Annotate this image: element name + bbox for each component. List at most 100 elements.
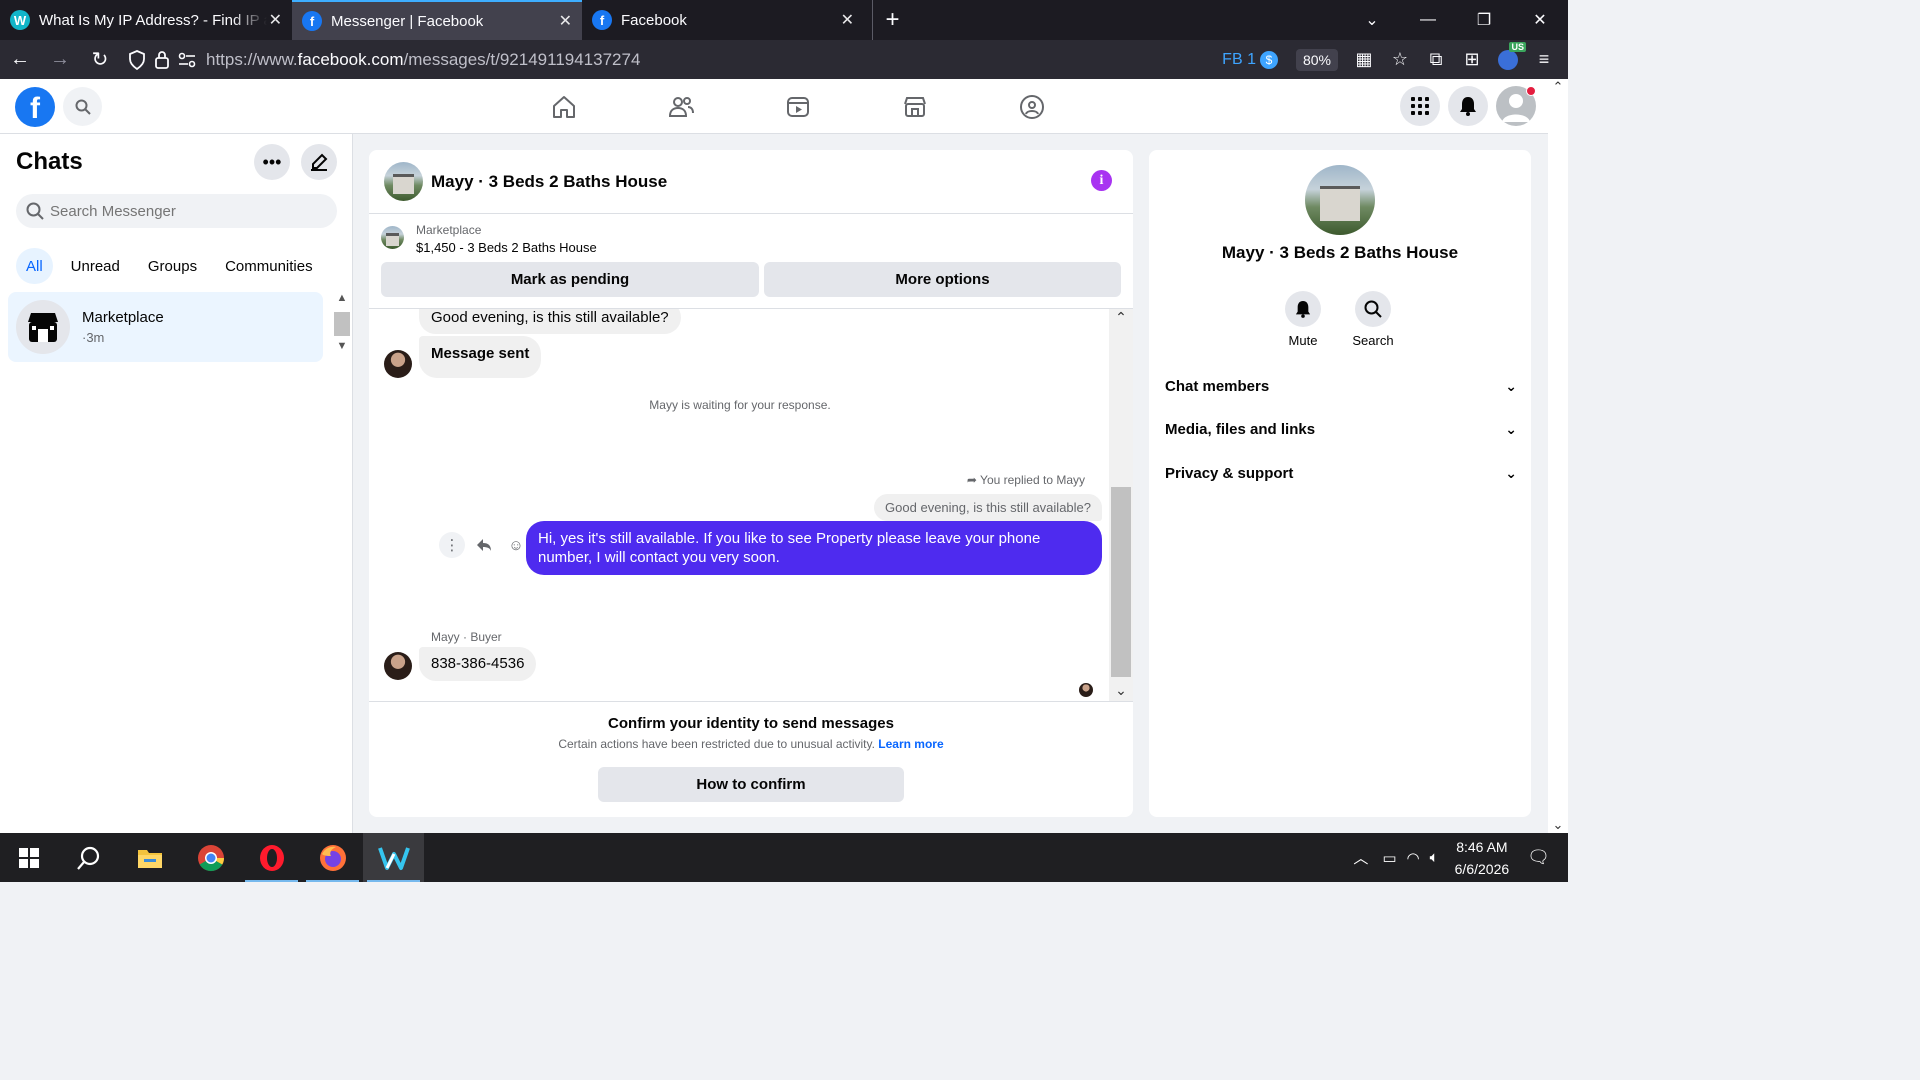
active-app-icon[interactable]: [363, 833, 424, 882]
profile-avatar[interactable]: [1496, 86, 1536, 126]
filter-groups[interactable]: Groups: [138, 248, 207, 284]
tab-whatismyip[interactable]: W What Is My IP Address? - Find IP a ✕: [0, 0, 292, 40]
message-sent-notice[interactable]: Message sent: [419, 336, 542, 378]
section-privacy-support[interactable]: Privacy & support ⌄: [1165, 453, 1517, 493]
message-bubble[interactable]: Good evening, is this still available?: [419, 309, 681, 334]
filter-all[interactable]: All: [16, 248, 53, 284]
sender-avatar[interactable]: [384, 652, 412, 680]
notification-center-icon[interactable]: 🗨︎: [1527, 847, 1550, 868]
how-to-confirm-button[interactable]: How to confirm: [598, 767, 904, 802]
scroll-thumb[interactable]: [1111, 487, 1131, 677]
search-conversation-button[interactable]: Search: [1343, 291, 1403, 348]
groups-icon[interactable]: [973, 79, 1090, 134]
firefox-icon[interactable]: [302, 833, 363, 882]
message-scrollbar[interactable]: ⌃ ⌄: [1109, 309, 1133, 701]
listing-thumbnail[interactable]: [381, 226, 404, 249]
notifications-bell-icon[interactable]: [1448, 86, 1488, 126]
learn-more-link[interactable]: Learn more: [878, 737, 943, 751]
extensions-puzzle-icon[interactable]: ⧉: [1420, 44, 1452, 76]
chrome-icon[interactable]: [180, 833, 241, 882]
tab-facebook[interactable]: f Facebook ✕: [582, 0, 864, 40]
mute-button[interactable]: Mute: [1273, 291, 1333, 348]
back-icon[interactable]: ←: [0, 40, 40, 79]
mark-pending-button[interactable]: Mark as pending: [381, 262, 759, 297]
outgoing-message-bubble[interactable]: Hi, yes it's still available. If you lik…: [526, 521, 1102, 575]
clock[interactable]: 8:46 AM 6/6/2026: [1455, 836, 1510, 880]
chat-list-scrollbar[interactable]: ▲ ▼: [332, 292, 352, 362]
reply-icon[interactable]: [471, 532, 497, 558]
battery-icon[interactable]: ▭: [1382, 849, 1396, 867]
page-title: Chats: [16, 148, 83, 175]
info-icon[interactable]: i: [1091, 170, 1112, 191]
video-icon[interactable]: [739, 79, 856, 134]
sender-avatar[interactable]: [384, 350, 412, 378]
conversation-panel: Mayy · 3 Beds 2 Baths House i Marketplac…: [369, 150, 1133, 817]
section-media-files-links[interactable]: Media, files and links ⌄: [1165, 409, 1517, 449]
menu-hamburger-icon[interactable]: ≡: [1528, 44, 1560, 76]
quoted-message[interactable]: Good evening, is this still available?: [874, 494, 1102, 521]
permissions-icon[interactable]: [178, 52, 196, 68]
conversation-title[interactable]: Mayy · 3 Beds 2 Baths House: [431, 172, 667, 192]
bookmark-star-icon[interactable]: ☆: [1384, 44, 1416, 76]
shield-icon[interactable]: [128, 50, 146, 70]
more-options-icon[interactable]: •••: [254, 144, 290, 180]
url-path: /messages/t/921491194137274: [403, 50, 641, 69]
zoom-level[interactable]: 80%: [1295, 48, 1338, 71]
facebook-logo-icon[interactable]: f: [15, 87, 55, 127]
search-input[interactable]: [50, 202, 320, 220]
scroll-up-icon[interactable]: ⌃: [1548, 79, 1568, 95]
tab-title: Facebook: [621, 11, 687, 29]
address-bar[interactable]: https://www. facebook.com/messages/t/9214…: [128, 45, 1338, 75]
filter-communities[interactable]: Communities: [215, 248, 323, 284]
marketplace-icon: [16, 300, 70, 354]
lock-icon[interactable]: [154, 50, 170, 70]
forward-icon[interactable]: →: [40, 40, 80, 79]
scroll-thumb[interactable]: [334, 312, 350, 336]
listing-avatar-large[interactable]: [1305, 165, 1375, 235]
menu-grid-icon[interactable]: [1400, 86, 1440, 126]
scroll-up-icon[interactable]: ⌃: [1109, 309, 1133, 327]
listing-title[interactable]: $1,450 - 3 Beds 2 Baths House: [416, 240, 597, 255]
page-scrollbar[interactable]: ⌃ ⌄: [1548, 79, 1568, 833]
wifi-icon[interactable]: ◠: [1407, 849, 1420, 867]
identity-confirm-banner: Confirm your identity to send messages C…: [369, 701, 1133, 817]
vpn-icon[interactable]: US: [1492, 41, 1526, 76]
listing-avatar[interactable]: [384, 162, 423, 201]
tab-messenger[interactable]: f Messenger | Facebook ✕: [292, 0, 582, 40]
marketplace-icon[interactable]: [856, 79, 973, 134]
qr-code-icon[interactable]: ▦: [1348, 44, 1380, 76]
close-icon[interactable]: ✕: [559, 11, 572, 31]
scroll-down-icon[interactable]: ▼: [332, 340, 352, 358]
search-icon[interactable]: [63, 87, 102, 126]
scroll-up-icon[interactable]: ▲: [332, 292, 352, 310]
more-vertical-icon[interactable]: ⋮: [439, 532, 465, 558]
restore-icon[interactable]: ❐: [1456, 10, 1512, 30]
chevron-up-icon[interactable]: ︿: [1353, 847, 1368, 868]
filter-unread[interactable]: Unread: [61, 248, 130, 284]
new-message-icon[interactable]: [301, 144, 337, 180]
message-bubble[interactable]: 838-386-4536: [419, 647, 537, 681]
reload-icon[interactable]: ↻: [80, 40, 120, 79]
list-tabs-icon[interactable]: ⌄: [1344, 10, 1400, 30]
home-icon[interactable]: [505, 79, 622, 134]
volume-icon[interactable]: 🔈︎: [1430, 849, 1439, 866]
search-icon[interactable]: [58, 833, 119, 882]
close-icon[interactable]: ✕: [269, 10, 282, 30]
apps-grid-icon[interactable]: ⊞: [1456, 44, 1488, 76]
windows-start-icon[interactable]: [0, 833, 58, 882]
more-options-button[interactable]: More options: [764, 262, 1121, 297]
scroll-down-icon[interactable]: ⌄: [1548, 817, 1568, 833]
close-window-icon[interactable]: ✕: [1512, 10, 1568, 30]
chat-list-item[interactable]: Marketplace ·3m: [8, 292, 323, 362]
fb-extension-badge[interactable]: FB 1 $: [1222, 50, 1278, 69]
minimize-icon[interactable]: —: [1400, 11, 1456, 29]
new-tab-button[interactable]: +: [872, 0, 912, 40]
messenger-search[interactable]: [16, 194, 337, 228]
scroll-down-icon[interactable]: ⌄: [1109, 682, 1133, 699]
opera-icon[interactable]: [241, 833, 302, 882]
windows-taskbar: ︿ ▭ ◠ 🔈︎ 8:46 AM 6/6/2026 🗨︎: [0, 833, 1568, 882]
file-explorer-icon[interactable]: [119, 833, 180, 882]
close-icon[interactable]: ✕: [841, 10, 854, 30]
friends-icon[interactable]: [622, 79, 739, 134]
section-chat-members[interactable]: Chat members ⌄: [1165, 366, 1517, 406]
